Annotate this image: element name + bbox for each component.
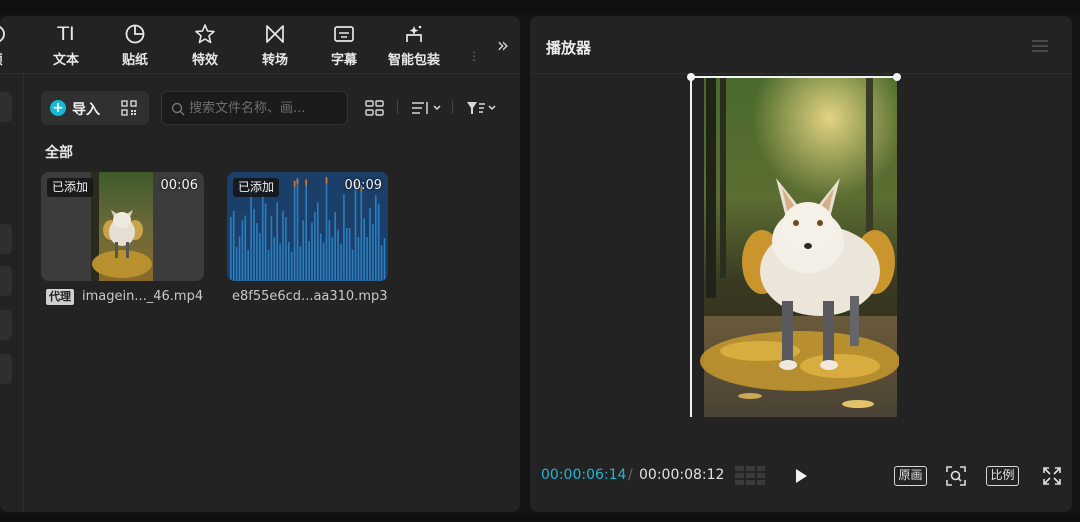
tool-label: 文本 <box>52 53 79 68</box>
media-toolbar: 频 TI 文本 贴纸 特效 转场 <box>0 16 520 74</box>
tool-label: 字幕 <box>330 53 357 68</box>
crop-left-edge[interactable] <box>690 76 692 417</box>
crop-handle[interactable] <box>893 73 901 81</box>
tool-text[interactable]: TI 文本 <box>36 22 96 70</box>
more-tools-button[interactable]: » <box>490 32 516 58</box>
player-title: 播放器 <box>546 39 592 57</box>
fullscreen-icon[interactable] <box>1042 466 1062 486</box>
bottom-strip <box>0 514 1080 522</box>
duration-label: 00:06 <box>160 178 198 193</box>
crop-handle[interactable] <box>687 73 695 81</box>
subtitle-icon <box>332 22 356 46</box>
rail-tab[interactable] <box>0 224 12 254</box>
effects-star-icon <box>193 22 217 46</box>
frame-grid-icon[interactable] <box>735 465 765 487</box>
video-thumbnail <box>91 172 153 281</box>
qr-code-icon[interactable] <box>121 100 137 116</box>
menu-icon[interactable] <box>1032 38 1048 52</box>
smart-package-icon <box>402 22 426 46</box>
toolbar-divider-dots: ⋮ <box>468 49 480 63</box>
tool-transition[interactable]: 转场 <box>245 22 305 70</box>
filter-button[interactable] <box>465 98 501 118</box>
plus-icon: + <box>50 100 66 116</box>
tool-label: 转场 <box>261 53 288 68</box>
transition-icon <box>263 22 287 46</box>
divider <box>452 100 453 114</box>
text-icon: TI <box>57 23 75 45</box>
search-input[interactable] <box>189 99 341 117</box>
tool-label: 频 <box>0 49 3 68</box>
media-filename: imagein..._46.mp4 <box>82 289 204 304</box>
duration-label: 00:09 <box>344 178 382 193</box>
rail-tab[interactable] <box>0 310 12 340</box>
tool-sticker[interactable]: 贴纸 <box>105 22 165 70</box>
import-label: 导入 <box>72 102 100 118</box>
tool-subtitle[interactable]: 字幕 <box>314 22 374 70</box>
tool-label: 智能包装 <box>387 53 440 68</box>
play-icon[interactable] <box>791 466 811 486</box>
rail-tab[interactable] <box>0 92 12 122</box>
sort-button[interactable] <box>410 98 446 118</box>
search-box <box>161 91 348 125</box>
title-strip <box>0 0 1080 14</box>
video-frame-image <box>700 78 899 417</box>
time-separator: / <box>628 467 633 483</box>
total-time: 00:00:08:12 <box>639 467 725 483</box>
current-time: 00:00:06:14 <box>541 467 627 483</box>
section-all-label: 全部 <box>45 145 73 161</box>
rail-tab[interactable] <box>0 266 12 296</box>
proxy-badge: 代理 <box>46 289 74 305</box>
sticker-icon <box>123 22 147 46</box>
video-icon <box>0 22 8 46</box>
left-rail <box>0 74 24 512</box>
tool-label: 贴纸 <box>121 53 148 68</box>
original-quality-button[interactable]: 原画 <box>894 466 927 486</box>
tool-smart-package[interactable]: 智能包装 <box>384 22 444 70</box>
app-root: 频 TI 文本 贴纸 特效 转场 <box>0 0 1080 522</box>
media-item-audio[interactable]: 已添加 00:09 <box>227 172 388 281</box>
tool-effects[interactable]: 特效 <box>175 22 235 70</box>
import-button[interactable]: + 导入 <box>41 91 149 125</box>
rail-tab[interactable] <box>0 354 12 384</box>
added-badge: 已添加 <box>47 178 94 197</box>
media-item-video[interactable]: 已添加 00:06 <box>41 172 204 281</box>
search-icon <box>171 101 185 116</box>
player-panel: 播放器 00:00:06:14 / 00:00:08:12 原画 比例 <box>530 16 1072 512</box>
media-panel: 频 TI 文本 贴纸 特效 转场 <box>0 16 520 512</box>
crop-top-edge <box>690 76 899 78</box>
grid-view-icon[interactable] <box>365 100 385 116</box>
aspect-ratio-button[interactable]: 比例 <box>986 466 1019 486</box>
video-preview[interactable] <box>687 73 901 417</box>
added-badge: 已添加 <box>233 178 280 197</box>
media-filename: e8f55e6cd...aa310.mp3 <box>232 289 388 304</box>
zoom-fit-icon[interactable] <box>945 465 967 487</box>
divider <box>397 100 398 114</box>
tool-video[interactable]: 频 <box>0 22 26 70</box>
tool-label: 特效 <box>191 53 218 68</box>
player-header: 播放器 <box>530 16 1072 74</box>
